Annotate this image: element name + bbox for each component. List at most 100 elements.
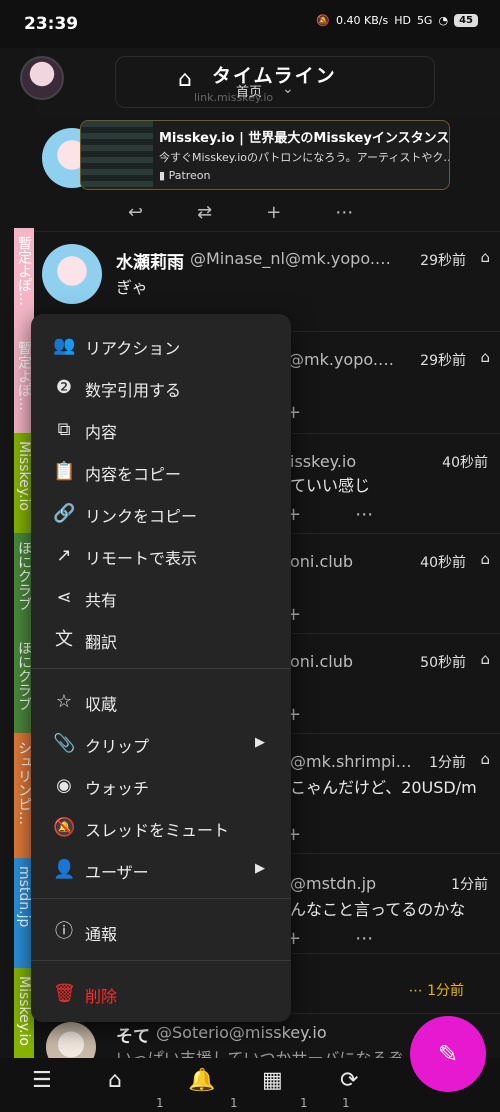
- preview-title: Misskey.io | 世界最大のMisskeyインスタンス…: [159, 131, 450, 146]
- note-time[interactable]: 50秒前: [420, 652, 466, 672]
- avatar[interactable]: [20, 56, 64, 100]
- note-handle[interactable]: @Minase_nl@mk.yopo.…: [190, 249, 391, 268]
- note-handle[interactable]: oni.club: [290, 652, 353, 671]
- reaction-add-icon[interactable]: +: [266, 202, 281, 223]
- note-handle[interactable]: @mk.yopo.…: [288, 350, 394, 369]
- home-visibility-icon: ⌂: [480, 750, 490, 768]
- note-time[interactable]: ⋯ 1分前: [409, 980, 464, 1000]
- mute-icon: 🔕: [53, 817, 76, 838]
- menu-item-show-remote[interactable]: ↗ リモートで表示: [31, 536, 291, 576]
- home-visibility-icon: ⌂: [480, 650, 490, 668]
- note-handle[interactable]: isskey.io: [290, 452, 356, 471]
- compose-button[interactable]: ✎: [410, 1016, 486, 1092]
- signal-icon: 5G: [416, 14, 433, 27]
- copy-icon: ⧉: [57, 419, 71, 440]
- clock: 23:39: [24, 14, 79, 34]
- note-time[interactable]: 29秒前: [420, 350, 466, 370]
- note-time[interactable]: 1分前: [429, 752, 466, 772]
- menu-item-quote[interactable]: ❷ 数字引用する: [31, 368, 291, 408]
- menu-item-copy-text[interactable]: 📋 内容をコピー: [31, 452, 291, 492]
- note-time[interactable]: 1分前: [451, 874, 488, 894]
- menu-item-delete[interactable]: 🗑 削除: [31, 974, 291, 1014]
- badge-count: 1: [342, 1096, 350, 1110]
- chevron-right-icon: ▶: [255, 735, 265, 750]
- menu-icon[interactable]: ☰: [32, 1068, 52, 1093]
- reply-icon[interactable]: ↩: [128, 202, 143, 223]
- menu-item-user[interactable]: 👤 ユーザー ▶: [31, 850, 291, 890]
- preview-site: ▮ Patreon: [159, 169, 211, 182]
- menu-divider: [31, 898, 291, 899]
- net-speed: 0.40 KB/s: [336, 14, 389, 27]
- timeline-switcher[interactable]: ⌂ タイムライン link.misskey.io 首页 ⌄: [115, 56, 435, 108]
- link-icon: 🔗: [53, 503, 76, 524]
- more-icon[interactable]: ⋯: [355, 504, 373, 525]
- badge-count: 1: [156, 1096, 164, 1110]
- bell-icon[interactable]: 🔔: [188, 1068, 215, 1093]
- menu-item-reactions[interactable]: 👥 リアクション: [31, 326, 291, 366]
- report-icon: ⓘ: [55, 921, 73, 942]
- note-handle[interactable]: @mstdn.jp: [290, 874, 376, 893]
- menu-item-share[interactable]: ⋖ 共有: [31, 578, 291, 618]
- note-actions: ↩ ⇄ + ⋯: [128, 202, 353, 223]
- badge-count: 1: [300, 1096, 308, 1110]
- menu-item-copy-link[interactable]: 🔗 リンクをコピー: [31, 494, 291, 534]
- note-actions: + ⋯: [286, 928, 373, 949]
- more-icon[interactable]: ⋯: [355, 928, 373, 949]
- link-preview[interactable]: Misskey.io | 世界最大のMisskeyインスタンス… 今すぐMiss…: [80, 120, 450, 190]
- page-subtitle: 首页: [236, 85, 263, 100]
- menu-item-watch[interactable]: ◉ ウォッチ: [31, 766, 291, 806]
- home-icon: ⌂: [178, 67, 192, 92]
- menu-item-copy-content[interactable]: ⧉ 内容: [31, 410, 291, 450]
- translate-icon: 文: [55, 629, 73, 650]
- refresh-icon[interactable]: ⟳: [340, 1068, 358, 1093]
- more-icon[interactable]: ⋯: [335, 202, 353, 223]
- user-icon: 👤: [53, 859, 76, 880]
- menu-item-report[interactable]: ⓘ 通報: [31, 912, 291, 952]
- clipboard-icon: 📋: [53, 461, 76, 482]
- note-username[interactable]: そて: [116, 1022, 150, 1047]
- note-handle[interactable]: @mk.shrimpi…: [290, 752, 412, 771]
- note-actions: + ⋯: [286, 504, 373, 525]
- note-context-menu: 👥 リアクション ❷ 数字引用する ⧉ 内容 📋 内容をコピー 🔗 リンクをコピー ↗ リモ…: [31, 314, 291, 1022]
- badge-count: 1: [230, 1096, 238, 1110]
- battery-icon: 45: [454, 14, 478, 27]
- menu-item-clip[interactable]: 📎 クリップ ▶: [31, 724, 291, 764]
- note-username[interactable]: 水瀬莉雨: [116, 248, 184, 273]
- widgets-icon[interactable]: ▦: [262, 1068, 283, 1093]
- quote-icon: ❷: [55, 377, 73, 398]
- page-title: タイムライン: [212, 65, 337, 87]
- home-visibility-icon: ⌂: [480, 248, 490, 266]
- users-icon: 👥: [53, 335, 76, 356]
- menu-divider: [31, 960, 291, 961]
- share-icon: ⋖: [56, 587, 72, 608]
- renote-icon[interactable]: ⇄: [197, 202, 212, 223]
- note-time[interactable]: 29秒前: [420, 250, 466, 270]
- preview-description: 今すぐMisskey.ioのパトロンになろう。アーティストやク…: [159, 151, 450, 164]
- note-time[interactable]: 40秒前: [442, 452, 488, 472]
- menu-divider: [31, 668, 291, 669]
- note-time[interactable]: 40秒前: [420, 552, 466, 572]
- mute-status-icon: 🔕: [316, 14, 330, 27]
- note-handle[interactable]: oni.club: [290, 552, 353, 571]
- note-text: んなこと言ってるのかな: [290, 900, 466, 919]
- star-icon: ☆: [55, 691, 73, 712]
- home-visibility-icon: ⌂: [480, 348, 490, 366]
- menu-item-mute-thread[interactable]: 🔕 スレッドをミュート: [31, 808, 291, 848]
- note-text: ていい感じ: [290, 476, 371, 495]
- status-icons: 🔕 0.40 KB/s HD 5G ◔ 45: [316, 14, 478, 27]
- paperclip-icon: 📎: [53, 733, 76, 754]
- menu-item-translate[interactable]: 文翻訳: [31, 620, 291, 660]
- chevron-down-icon: ⌄: [282, 81, 294, 97]
- home-icon[interactable]: ⌂: [108, 1068, 122, 1093]
- strip-seg-1: 暫定よぽ…: [14, 228, 34, 333]
- wifi-icon: ◔: [438, 14, 449, 27]
- external-link-icon: ↗: [56, 545, 72, 566]
- menu-item-favorite[interactable]: ☆ 収蔵: [31, 682, 291, 722]
- hd-icon: HD: [394, 14, 411, 27]
- note-text: ぎゃ: [116, 278, 148, 297]
- note-handle[interactable]: @Soterio@misskey.io: [156, 1023, 327, 1042]
- preview-thumbnail: [81, 121, 153, 189]
- trash-icon: 🗑: [53, 983, 76, 1004]
- note-avatar[interactable]: [42, 244, 102, 304]
- chevron-right-icon: ▶: [255, 861, 265, 876]
